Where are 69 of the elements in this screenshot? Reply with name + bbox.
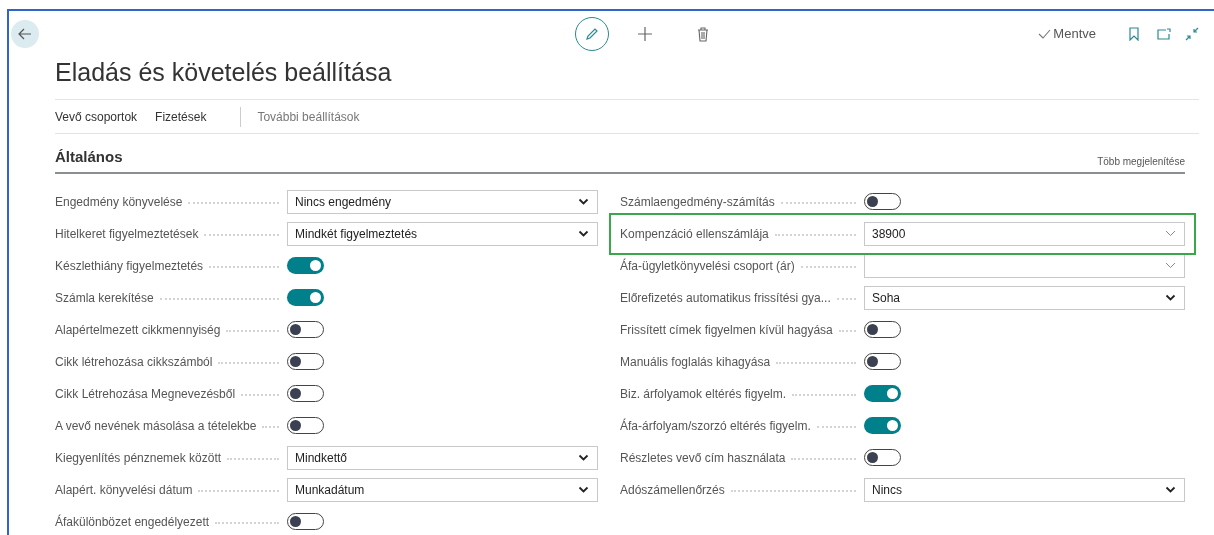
dropdown-field[interactable]: Nincs engedmény: [287, 189, 598, 214]
toggle-switch[interactable]: [287, 417, 324, 434]
toggle-switch[interactable]: [864, 449, 901, 466]
popout-icon: [1157, 28, 1171, 40]
chevron-down-icon: [1165, 230, 1176, 237]
lookup-field[interactable]: [864, 253, 1185, 278]
toggle-switch[interactable]: [864, 321, 901, 338]
dropdown-field[interactable]: Soha: [864, 285, 1185, 310]
more-options-menu[interactable]: További beállítások: [257, 107, 360, 126]
trash-icon: [697, 26, 709, 42]
field-label: A vevő nevének másolása a tételekbe: [55, 417, 257, 435]
toggle-switch[interactable]: [864, 193, 901, 210]
field-label: Kiegyenlítés pénznemek között: [55, 449, 222, 467]
collapse-button[interactable]: [1184, 26, 1200, 42]
dropdown-field[interactable]: Munkadátum: [287, 477, 598, 502]
field-label: Készlethiány figyelmeztetés: [55, 257, 204, 275]
action-button[interactable]: Fizetések: [155, 107, 207, 126]
toggle-switch[interactable]: [287, 385, 324, 402]
field-label: Áfa-árfolyam/szorzó eltérés figyelm.: [620, 417, 811, 435]
new-button[interactable]: [635, 24, 655, 44]
field-label: Számla kerekítése: [55, 289, 154, 307]
field-label: Áfa-ügyletkönyvelési csoport (ár): [620, 257, 795, 275]
back-arrow-icon: [18, 28, 32, 40]
save-status: Mentve: [1053, 25, 1096, 44]
show-more-link[interactable]: Több megjelenítése: [1097, 153, 1185, 169]
field-label: Alapértelmezett cikkmennyiség: [55, 321, 221, 339]
plus-icon: [637, 26, 653, 42]
chevron-down-icon: [1165, 262, 1176, 269]
lookup-field[interactable]: 38900: [864, 221, 1185, 246]
chevron-down-icon: [578, 230, 589, 237]
chevron-down-icon: [578, 486, 589, 493]
dropdown-field[interactable]: Mindkét figyelmeztetés: [287, 221, 598, 246]
bookmark-icon: [1129, 27, 1139, 41]
toggle-switch[interactable]: [864, 417, 901, 434]
field-label: Kompenzáció ellenszámlája: [620, 225, 769, 243]
chevron-down-icon: [578, 454, 589, 461]
field-label: Adószámellenőrzés: [620, 481, 725, 499]
action-button[interactable]: Vevő csoportok: [55, 107, 138, 126]
check-icon: [1038, 29, 1052, 39]
chevron-down-icon: [1165, 486, 1176, 493]
field-label: Áfakülönbözet engedélyezett: [55, 513, 210, 531]
collapse-arrows-icon: [1185, 27, 1199, 41]
dropdown-field[interactable]: Mindkettő: [287, 445, 598, 470]
chevron-down-icon: [578, 198, 589, 205]
field-label: Számlaengedmény-számítás: [620, 193, 775, 211]
field-label: Biz. árfolyamok eltérés figyelm.: [620, 385, 787, 403]
field-label: Engedmény könyvelése: [55, 193, 183, 211]
field-label: Cikk Létrehozása Megnevezésből: [55, 385, 236, 403]
chevron-down-icon: [1165, 294, 1176, 301]
bookmark-button[interactable]: [1126, 26, 1142, 42]
toggle-switch[interactable]: [864, 385, 901, 402]
back-button[interactable]: [11, 20, 39, 48]
field-label: Előrefizetés automatikus frissítési gya...: [620, 289, 831, 307]
toggle-switch[interactable]: [287, 353, 324, 370]
section-title: Általános: [55, 147, 123, 167]
field-label: Manuális foglalás kihagyása: [620, 353, 771, 371]
toggle-switch[interactable]: [287, 257, 324, 274]
page-title: Eladás és követelés beállítása: [55, 57, 1199, 100]
toggle-switch[interactable]: [287, 513, 324, 530]
field-label: Alapért. könyvelési dátum: [55, 481, 193, 499]
toggle-switch[interactable]: [864, 353, 901, 370]
pencil-icon: [585, 27, 599, 41]
field-label: Részletes vevő cím használata: [620, 449, 786, 467]
dropdown-field[interactable]: Nincs: [864, 477, 1185, 502]
field-label: Cikk létrehozása cikkszámból: [55, 353, 213, 371]
field-label: Hitelkeret figyelmeztetések: [55, 225, 199, 243]
field-label: Frissített címek figyelmen kívül hagyása: [620, 321, 833, 339]
toggle-switch[interactable]: [287, 289, 324, 306]
toggle-switch[interactable]: [287, 321, 324, 338]
